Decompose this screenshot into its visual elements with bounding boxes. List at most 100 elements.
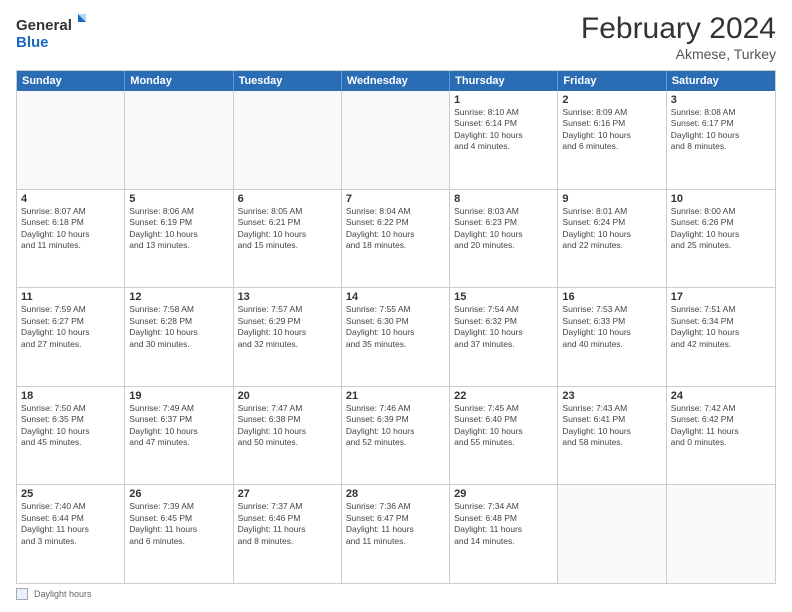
calendar-cell: 19Sunrise: 7:49 AM Sunset: 6:37 PM Dayli… — [125, 387, 233, 485]
calendar-row: 4Sunrise: 8:07 AM Sunset: 6:18 PM Daylig… — [17, 190, 775, 289]
day-number: 4 — [21, 193, 120, 205]
day-info: Sunrise: 7:34 AM Sunset: 6:48 PM Dayligh… — [454, 501, 553, 547]
day-number: 20 — [238, 390, 337, 402]
day-number: 15 — [454, 291, 553, 303]
day-number: 7 — [346, 193, 445, 205]
calendar-cell: 15Sunrise: 7:54 AM Sunset: 6:32 PM Dayli… — [450, 288, 558, 386]
day-info: Sunrise: 8:04 AM Sunset: 6:22 PM Dayligh… — [346, 206, 445, 252]
day-number: 12 — [129, 291, 228, 303]
calendar-cell: 2Sunrise: 8:09 AM Sunset: 6:16 PM Daylig… — [558, 91, 666, 189]
calendar-cell: 13Sunrise: 7:57 AM Sunset: 6:29 PM Dayli… — [234, 288, 342, 386]
day-number: 8 — [454, 193, 553, 205]
day-info: Sunrise: 8:00 AM Sunset: 6:26 PM Dayligh… — [671, 206, 771, 252]
calendar-cell: 27Sunrise: 7:37 AM Sunset: 6:46 PM Dayli… — [234, 485, 342, 583]
day-info: Sunrise: 8:05 AM Sunset: 6:21 PM Dayligh… — [238, 206, 337, 252]
calendar-cell — [667, 485, 775, 583]
day-number: 6 — [238, 193, 337, 205]
day-number: 16 — [562, 291, 661, 303]
day-number: 10 — [671, 193, 771, 205]
day-info: Sunrise: 7:47 AM Sunset: 6:38 PM Dayligh… — [238, 403, 337, 449]
calendar-cell: 1Sunrise: 8:10 AM Sunset: 6:14 PM Daylig… — [450, 91, 558, 189]
calendar-cell: 22Sunrise: 7:45 AM Sunset: 6:40 PM Dayli… — [450, 387, 558, 485]
day-info: Sunrise: 7:58 AM Sunset: 6:28 PM Dayligh… — [129, 304, 228, 350]
calendar-cell: 20Sunrise: 7:47 AM Sunset: 6:38 PM Dayli… — [234, 387, 342, 485]
day-number: 29 — [454, 488, 553, 500]
day-info: Sunrise: 7:45 AM Sunset: 6:40 PM Dayligh… — [454, 403, 553, 449]
day-info: Sunrise: 7:51 AM Sunset: 6:34 PM Dayligh… — [671, 304, 771, 350]
calendar-cell: 26Sunrise: 7:39 AM Sunset: 6:45 PM Dayli… — [125, 485, 233, 583]
calendar-cell — [558, 485, 666, 583]
day-number: 19 — [129, 390, 228, 402]
calendar-body: 1Sunrise: 8:10 AM Sunset: 6:14 PM Daylig… — [17, 91, 775, 583]
calendar-cell: 21Sunrise: 7:46 AM Sunset: 6:39 PM Dayli… — [342, 387, 450, 485]
day-number: 17 — [671, 291, 771, 303]
day-info: Sunrise: 8:01 AM Sunset: 6:24 PM Dayligh… — [562, 206, 661, 252]
day-number: 22 — [454, 390, 553, 402]
calendar-header-cell: Friday — [558, 71, 666, 91]
day-info: Sunrise: 7:49 AM Sunset: 6:37 PM Dayligh… — [129, 403, 228, 449]
footer: Daylight hours — [16, 588, 776, 600]
calendar-cell: 9Sunrise: 8:01 AM Sunset: 6:24 PM Daylig… — [558, 190, 666, 288]
calendar-cell: 18Sunrise: 7:50 AM Sunset: 6:35 PM Dayli… — [17, 387, 125, 485]
day-info: Sunrise: 8:03 AM Sunset: 6:23 PM Dayligh… — [454, 206, 553, 252]
day-info: Sunrise: 7:54 AM Sunset: 6:32 PM Dayligh… — [454, 304, 553, 350]
header: General Blue February 2024 Akmese, Turke… — [16, 12, 776, 62]
calendar-cell: 25Sunrise: 7:40 AM Sunset: 6:44 PM Dayli… — [17, 485, 125, 583]
day-info: Sunrise: 7:57 AM Sunset: 6:29 PM Dayligh… — [238, 304, 337, 350]
day-number: 14 — [346, 291, 445, 303]
day-number: 3 — [671, 94, 771, 106]
calendar-cell: 29Sunrise: 7:34 AM Sunset: 6:48 PM Dayli… — [450, 485, 558, 583]
calendar-cell: 14Sunrise: 7:55 AM Sunset: 6:30 PM Dayli… — [342, 288, 450, 386]
day-info: Sunrise: 7:59 AM Sunset: 6:27 PM Dayligh… — [21, 304, 120, 350]
calendar-header-cell: Wednesday — [342, 71, 450, 91]
day-number: 23 — [562, 390, 661, 402]
calendar-cell: 3Sunrise: 8:08 AM Sunset: 6:17 PM Daylig… — [667, 91, 775, 189]
page: General Blue February 2024 Akmese, Turke… — [0, 0, 792, 612]
day-number: 27 — [238, 488, 337, 500]
day-number: 5 — [129, 193, 228, 205]
calendar-header-cell: Sunday — [17, 71, 125, 91]
calendar-cell — [17, 91, 125, 189]
calendar-cell: 7Sunrise: 8:04 AM Sunset: 6:22 PM Daylig… — [342, 190, 450, 288]
day-number: 24 — [671, 390, 771, 402]
day-info: Sunrise: 8:06 AM Sunset: 6:19 PM Dayligh… — [129, 206, 228, 252]
day-number: 28 — [346, 488, 445, 500]
day-number: 21 — [346, 390, 445, 402]
day-info: Sunrise: 7:55 AM Sunset: 6:30 PM Dayligh… — [346, 304, 445, 350]
calendar-header-cell: Saturday — [667, 71, 775, 91]
calendar-cell: 11Sunrise: 7:59 AM Sunset: 6:27 PM Dayli… — [17, 288, 125, 386]
calendar-cell — [342, 91, 450, 189]
calendar-cell — [234, 91, 342, 189]
title-location: Akmese, Turkey — [581, 46, 776, 62]
day-number: 2 — [562, 94, 661, 106]
calendar-cell: 10Sunrise: 8:00 AM Sunset: 6:26 PM Dayli… — [667, 190, 775, 288]
title-month: February 2024 — [581, 12, 776, 46]
svg-text:Blue: Blue — [16, 34, 49, 51]
calendar-row: 11Sunrise: 7:59 AM Sunset: 6:27 PM Dayli… — [17, 288, 775, 387]
day-info: Sunrise: 7:39 AM Sunset: 6:45 PM Dayligh… — [129, 501, 228, 547]
calendar-header-cell: Tuesday — [234, 71, 342, 91]
day-info: Sunrise: 7:42 AM Sunset: 6:42 PM Dayligh… — [671, 403, 771, 449]
calendar-row: 25Sunrise: 7:40 AM Sunset: 6:44 PM Dayli… — [17, 485, 775, 583]
day-number: 26 — [129, 488, 228, 500]
day-info: Sunrise: 7:36 AM Sunset: 6:47 PM Dayligh… — [346, 501, 445, 547]
day-number: 18 — [21, 390, 120, 402]
calendar-cell: 16Sunrise: 7:53 AM Sunset: 6:33 PM Dayli… — [558, 288, 666, 386]
day-number: 11 — [21, 291, 120, 303]
svg-text:General: General — [16, 17, 72, 34]
day-info: Sunrise: 7:50 AM Sunset: 6:35 PM Dayligh… — [21, 403, 120, 449]
calendar-cell: 23Sunrise: 7:43 AM Sunset: 6:41 PM Dayli… — [558, 387, 666, 485]
day-number: 9 — [562, 193, 661, 205]
day-info: Sunrise: 7:43 AM Sunset: 6:41 PM Dayligh… — [562, 403, 661, 449]
calendar-row: 18Sunrise: 7:50 AM Sunset: 6:35 PM Dayli… — [17, 387, 775, 486]
calendar-row: 1Sunrise: 8:10 AM Sunset: 6:14 PM Daylig… — [17, 91, 775, 190]
day-info: Sunrise: 8:09 AM Sunset: 6:16 PM Dayligh… — [562, 107, 661, 153]
logo-icon: General Blue — [16, 12, 86, 52]
logo: General Blue — [16, 12, 86, 52]
calendar-cell: 8Sunrise: 8:03 AM Sunset: 6:23 PM Daylig… — [450, 190, 558, 288]
calendar-cell: 4Sunrise: 8:07 AM Sunset: 6:18 PM Daylig… — [17, 190, 125, 288]
calendar-cell: 17Sunrise: 7:51 AM Sunset: 6:34 PM Dayli… — [667, 288, 775, 386]
title-block: February 2024 Akmese, Turkey — [581, 12, 776, 62]
day-info: Sunrise: 8:07 AM Sunset: 6:18 PM Dayligh… — [21, 206, 120, 252]
day-info: Sunrise: 8:10 AM Sunset: 6:14 PM Dayligh… — [454, 107, 553, 153]
